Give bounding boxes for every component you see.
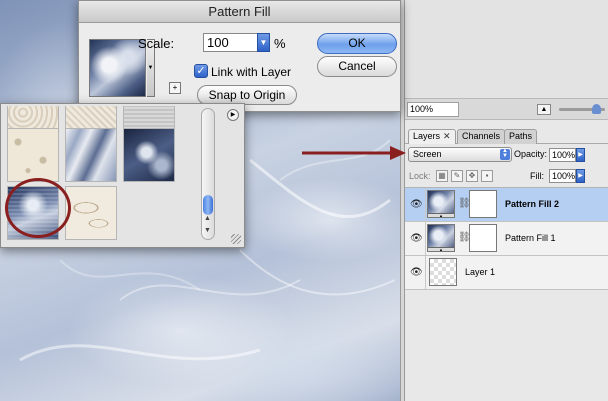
lock-label: Lock: — [409, 171, 431, 181]
eye-icon[interactable]: 👁 — [410, 268, 423, 278]
updown-arrows-icon: ▲ ▼ — [500, 148, 510, 160]
pattern-fill-thumbnail: ▲ — [427, 224, 455, 252]
lock-transparency-icon[interactable]: ▦ — [436, 170, 448, 182]
zoom-slider-thumb[interactable] — [592, 104, 601, 114]
visibility-cell[interactable]: 👁 — [405, 188, 426, 221]
tab-channels-label: Channels — [462, 131, 501, 141]
layer-name[interactable]: Pattern Fill 1 — [505, 233, 556, 243]
eye-icon[interactable]: 👁 — [410, 200, 423, 210]
layer-row-pattern-fill-2[interactable]: 👁 ▲ ⛓ Pattern Fill 2 — [405, 188, 608, 222]
scale-label: Scale: — [138, 36, 175, 51]
new-preset-icon[interactable]: + — [169, 82, 181, 94]
fill-layer-icon: ▲ — [428, 247, 454, 252]
layer-thumbnail — [429, 258, 457, 286]
layer-mask-thumbnail[interactable] — [469, 224, 497, 252]
blend-mode-select[interactable]: Screen ▲ ▼ — [408, 147, 512, 162]
scale-input[interactable]: 100 — [203, 33, 258, 52]
fill-arrow-icon[interactable]: ▶ — [576, 169, 585, 183]
scroll-up-icon[interactable]: ▲ — [204, 215, 211, 222]
picker-menu-icon[interactable]: ▶ — [227, 109, 239, 121]
link-with-layer-label[interactable]: Link with Layer — [211, 65, 291, 79]
lock-position-icon[interactable]: ✥ — [466, 170, 478, 182]
pattern-swatch-item[interactable] — [7, 128, 59, 182]
lock-pixels-icon[interactable]: ✎ — [451, 170, 463, 182]
layer-mask-thumbnail[interactable] — [469, 190, 497, 218]
fill-layer-icon: ▲ — [428, 213, 454, 218]
annotation-arrow-icon — [302, 146, 406, 160]
layer-name[interactable]: Layer 1 — [465, 267, 495, 277]
ok-button[interactable]: OK — [317, 33, 397, 54]
pattern-swatch-item[interactable] — [65, 128, 117, 182]
scale-unit: % — [274, 36, 286, 51]
annotation-circle — [5, 178, 71, 238]
link-with-layer-checkbox[interactable]: ✓ — [194, 64, 208, 78]
close-icon[interactable]: ✕ — [443, 131, 451, 141]
visibility-cell[interactable]: 👁 — [405, 222, 426, 255]
fill-input[interactable]: 100% — [549, 169, 576, 183]
zoom-input[interactable]: 100% — [407, 102, 459, 117]
resize-grip-icon[interactable] — [231, 234, 241, 244]
pattern-fill-thumbnail: ▲ — [427, 190, 455, 218]
tab-paths-label: Paths — [509, 131, 533, 141]
layer-row-layer-1[interactable]: 👁 Layer 1 — [405, 256, 608, 290]
pattern-swatch-item[interactable] — [123, 128, 175, 182]
tab-channels[interactable]: Channels — [457, 129, 506, 144]
layer-name[interactable]: Pattern Fill 2 — [505, 199, 559, 209]
navigator-preview — [405, 0, 608, 98]
opacity-arrow-icon[interactable]: ▶ — [576, 148, 585, 162]
opacity-input[interactable]: 100% — [549, 148, 576, 162]
snap-to-origin-button[interactable]: Snap to Origin — [197, 85, 297, 105]
fill-label: Fill: — [530, 171, 544, 181]
pattern-picker-popup: ▲ ▼ ▶ — [0, 103, 245, 248]
dialog-title[interactable]: Pattern Fill — [79, 1, 400, 23]
zoom-out-icon[interactable]: ▲ — [537, 104, 551, 115]
tab-paths[interactable]: Paths — [504, 129, 538, 144]
lock-row: Lock: ▦ ✎ ✥ ▪ Fill: 100% ▶ — [405, 166, 608, 188]
eye-icon[interactable]: 👁 — [410, 234, 423, 244]
tab-layers-label: Layers — [413, 131, 441, 141]
blend-mode-value: Screen — [413, 149, 442, 159]
pattern-swatch-item[interactable] — [65, 186, 117, 240]
right-panel: 100% ▲ Layers ✕ Channels Paths Screen ▲ ▼ … — [405, 0, 608, 401]
pattern-fill-dialog: Pattern Fill ▼ Scale: 100 ▼ % ✓ Link wit… — [78, 0, 401, 112]
lock-all-icon[interactable]: ▪ — [481, 170, 493, 182]
scroll-down-icon[interactable]: ▼ — [204, 227, 211, 234]
tab-layers[interactable]: Layers ✕ — [408, 129, 456, 144]
scrollbar-thumb[interactable] — [203, 195, 213, 215]
layers-tab-bar: Layers ✕ Channels Paths — [405, 127, 608, 144]
blend-row: Screen ▲ ▼ Opacity: 100% ▶ — [405, 144, 608, 166]
pattern-scrollbar[interactable]: ▲ ▼ — [201, 108, 215, 240]
scale-arrow-icon[interactable]: ▼ — [257, 33, 270, 52]
visibility-cell[interactable]: 👁 — [405, 256, 426, 289]
navigator-zoom-row: 100% ▲ — [405, 98, 608, 120]
opacity-label: Opacity: — [514, 149, 548, 159]
cancel-button[interactable]: Cancel — [317, 56, 397, 77]
layer-row-pattern-fill-1[interactable]: 👁 ▲ ⛓ Pattern Fill 1 — [405, 222, 608, 256]
